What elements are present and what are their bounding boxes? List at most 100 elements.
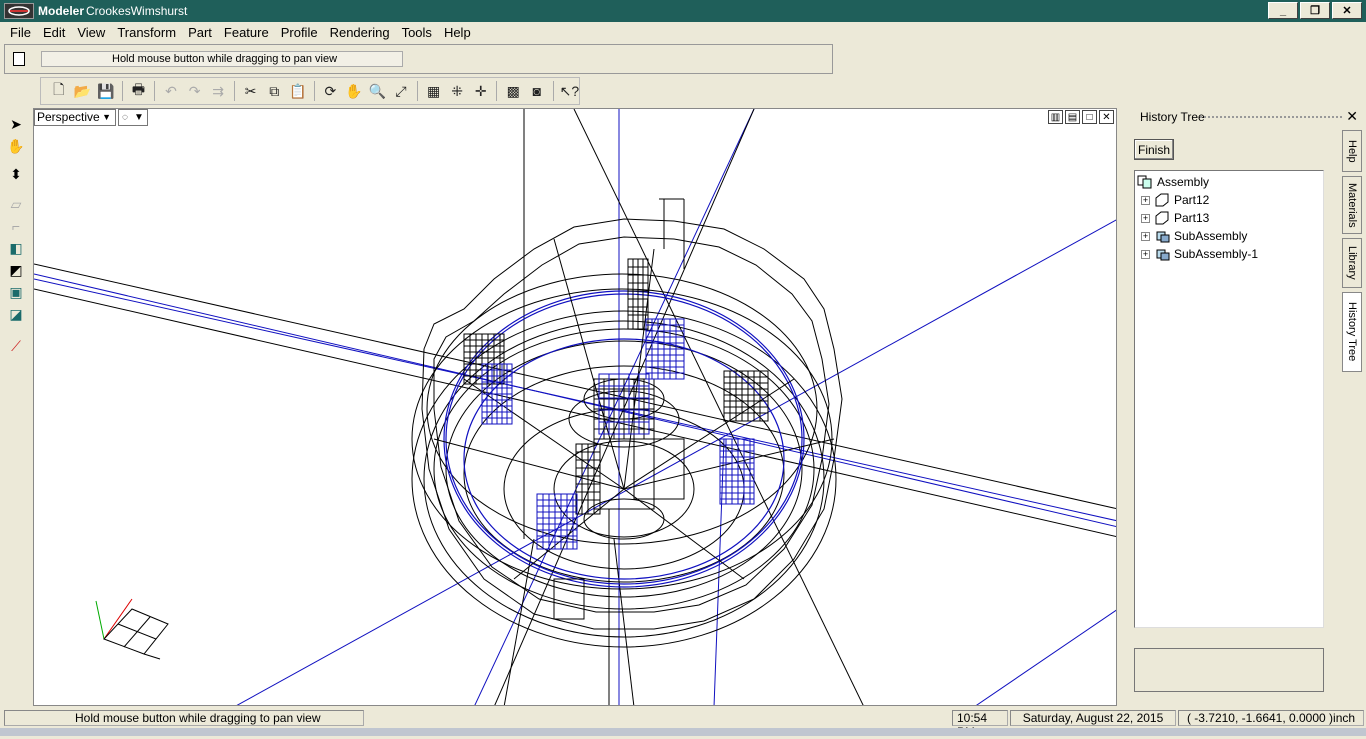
close-view-icon[interactable]: ✕ — [1099, 110, 1114, 124]
part-icon — [1155, 193, 1169, 207]
tree-item-assembly[interactable]: Assembly — [1137, 175, 1209, 189]
menu-profile[interactable]: Profile — [275, 25, 324, 40]
tile-view-icon[interactable]: ▥ — [1048, 110, 1063, 124]
separator — [496, 81, 498, 101]
view-mode-select[interactable]: Perspective ▼ — [34, 109, 116, 126]
tree-label: SubAssembly-1 — [1174, 247, 1259, 261]
tree-item-part13[interactable]: + Part13 — [1141, 211, 1209, 225]
3d-viewport[interactable]: Perspective ▼ ◌ ▼ ▥ ▤ □ ✕ — [33, 108, 1117, 706]
maximize-view-icon[interactable]: □ — [1082, 110, 1097, 124]
profile-tool-icon[interactable]: ⌐ — [6, 216, 26, 236]
sketch-tool-icon[interactable]: ▱ — [6, 194, 26, 214]
menu-feature[interactable]: Feature — [218, 25, 275, 40]
pan-hand-icon[interactable]: ✋ — [344, 81, 364, 101]
axis-triad-icon — [95, 598, 169, 660]
part-icon — [1155, 211, 1169, 225]
context-help-icon[interactable]: ↖? — [560, 81, 580, 101]
tab-help[interactable]: Help — [1342, 130, 1362, 172]
expand-icon[interactable]: + — [1141, 249, 1150, 259]
document-icon[interactable] — [13, 52, 25, 66]
expand-icon[interactable]: + — [1141, 213, 1150, 223]
measure-tool-icon[interactable]: ⟋ — [6, 336, 26, 356]
render-settings-icon[interactable]: ▩ — [503, 81, 523, 101]
camera-icon[interactable]: ◙ — [527, 81, 547, 101]
panel-title: History Tree — [1120, 108, 1360, 126]
assembly-icon — [1137, 175, 1152, 189]
app-logo-icon[interactable] — [4, 3, 34, 19]
menu-file[interactable]: File — [4, 25, 37, 40]
finish-button[interactable]: Finish — [1134, 139, 1174, 160]
tree-item-part12[interactable]: + Part12 — [1141, 193, 1209, 207]
restore-button[interactable]: ❐ — [1300, 2, 1330, 19]
tab-history-tree[interactable]: History Tree — [1342, 292, 1362, 372]
face-tool-icon[interactable]: ◪ — [6, 304, 26, 324]
tab-materials[interactable]: Materials — [1342, 176, 1362, 234]
hint-bar: Hold mouse button while dragging to pan … — [4, 44, 833, 74]
separator — [313, 81, 315, 101]
taskbar-edge — [0, 728, 1366, 736]
expand-icon[interactable]: + — [1141, 195, 1150, 205]
undo-icon[interactable]: ↶ — [161, 81, 181, 101]
expand-icon[interactable]: + — [1141, 231, 1150, 241]
menu-rendering[interactable]: Rendering — [324, 25, 396, 40]
separator — [121, 81, 123, 101]
rotate-view-icon[interactable]: ⟳ — [321, 81, 341, 101]
split-view-icon[interactable]: ▤ — [1065, 110, 1080, 124]
menu-tools[interactable]: Tools — [396, 25, 438, 40]
move-tool-icon[interactable]: ⬍ — [6, 164, 26, 184]
repeat-icon[interactable]: ⇉ — [208, 81, 228, 101]
status-coords: ( -3.7210, -1.6641, 0.0000 )inch — [1178, 710, 1364, 726]
zoom-fit-icon[interactable]: ⤢ — [391, 81, 411, 101]
shell-tool-icon[interactable]: ◩ — [6, 260, 26, 280]
window-title: Modeler CrookesWimshurst — [38, 4, 188, 18]
redo-icon[interactable]: ↷ — [185, 81, 205, 101]
menu-edit[interactable]: Edit — [37, 25, 71, 40]
menu-part[interactable]: Part — [182, 25, 218, 40]
minimize-button[interactable]: _ — [1268, 2, 1298, 19]
status-time: 10:54 PM — [952, 710, 1008, 739]
copy-icon[interactable]: ⧉ — [264, 81, 284, 101]
subassembly-icon — [1156, 249, 1170, 261]
select-arrow-icon[interactable]: ➤ — [6, 114, 26, 134]
hint-text: Hold mouse button while dragging to pan … — [41, 51, 403, 67]
new-file-icon[interactable]: 🗋 — [49, 81, 69, 101]
paste-icon[interactable]: 📋 — [288, 81, 308, 101]
tab-library[interactable]: Library — [1342, 238, 1362, 288]
panel-close-icon[interactable]: ✕ — [1346, 108, 1358, 125]
extrude-tool-icon[interactable]: ◧ — [6, 238, 26, 258]
menu-view[interactable]: View — [71, 25, 111, 40]
tree-label: Assembly — [1157, 175, 1210, 189]
status-bar: Hold mouse button while dragging to pan … — [0, 708, 1366, 739]
left-toolbar: ➤ ✋ ⬍ ▱ ⌐ ◧ ◩ ▣ ◪ ⟋ — [0, 108, 32, 708]
solid-tool-icon[interactable]: ▣ — [6, 282, 26, 302]
tree-label: Part13 — [1174, 211, 1210, 225]
render-mode-select[interactable]: ◌ ▼ — [118, 109, 148, 126]
separator — [552, 81, 554, 101]
move-axis-icon[interactable]: ✛ — [471, 81, 491, 101]
open-folder-icon[interactable]: 📂 — [73, 81, 93, 101]
grid-icon[interactable]: ▦ — [424, 81, 444, 101]
tree-label: SubAssembly — [1174, 229, 1248, 243]
close-button[interactable]: ✕ — [1332, 2, 1362, 19]
zoom-icon[interactable]: 🔍 — [368, 81, 388, 101]
subassembly-icon — [1156, 231, 1170, 243]
separator — [416, 81, 418, 101]
properties-box — [1134, 648, 1324, 692]
side-tabs: Help Materials Library History Tree — [1342, 130, 1362, 690]
status-message: Hold mouse button while dragging to pan … — [4, 710, 364, 726]
tree-item-subassembly-1[interactable]: + SubAssembly-1 — [1141, 247, 1258, 261]
cut-icon[interactable]: ✂ — [241, 81, 261, 101]
print-icon[interactable]: 🖶 — [129, 81, 149, 101]
grid-snap-icon[interactable]: ⁜ — [447, 81, 467, 101]
menu-help[interactable]: Help — [438, 25, 477, 40]
wireframe-model — [34, 109, 1116, 705]
main-toolbar: 🗋 📂 💾 🖶 ↶ ↷ ⇉ ✂ ⧉ 📋 ⟳ ✋ 🔍 ⤢ ▦ ⁜ ✛ ▩ ◙ ↖? — [40, 77, 580, 105]
tree-item-subassembly[interactable]: + SubAssembly — [1141, 229, 1247, 243]
tree-label: Part12 — [1174, 193, 1210, 207]
menu-transform[interactable]: Transform — [111, 25, 182, 40]
menu-bar: File Edit View Transform Part Feature Pr… — [0, 22, 1366, 42]
history-tree[interactable]: Assembly + Part12 + Part13 + SubAssembly… — [1134, 170, 1324, 628]
pan-hand-tool-icon[interactable]: ✋ — [6, 136, 26, 156]
separator — [154, 81, 156, 101]
save-icon[interactable]: 💾 — [96, 81, 116, 101]
